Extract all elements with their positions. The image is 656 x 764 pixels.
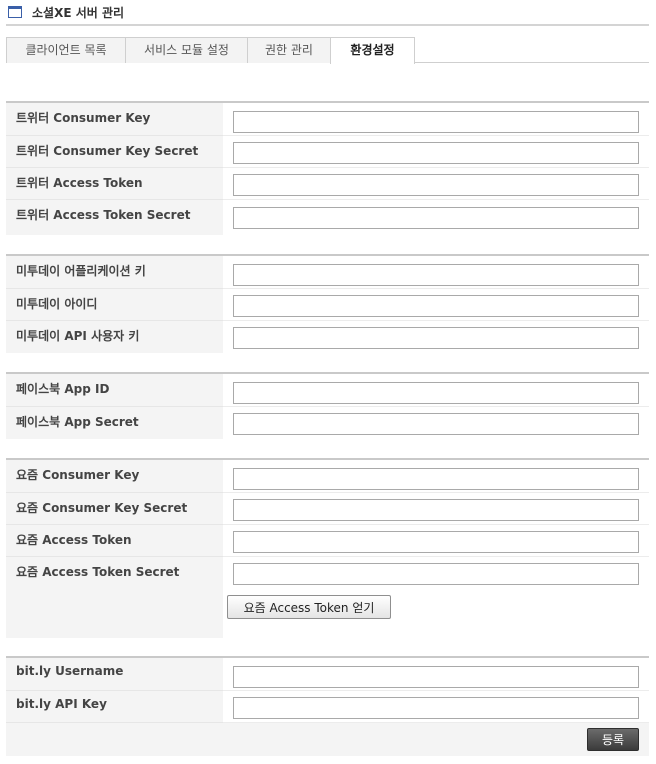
twitter-access-token-input[interactable]: [233, 174, 639, 196]
page-title: 소셜XE 서버 관리: [32, 6, 125, 20]
me2day-section: 미투데이 어플리케이션 키 미투데이 아이디 미투데이 API 사용자 키: [6, 254, 649, 353]
twitter-consumer-key-secret-input[interactable]: [233, 142, 639, 164]
twitter-access-token-secret-label: 트위터 Access Token Secret: [6, 200, 223, 235]
me2day-app-key-input[interactable]: [233, 264, 639, 286]
bitly-username-label: bit.ly Username: [6, 658, 223, 691]
twitter-access-token-secret-input[interactable]: [233, 207, 639, 229]
yozm-access-token-secret-label: 요즘 Access Token Secret: [6, 557, 223, 638]
page-header: 소셜XE 서버 관리: [6, 4, 649, 26]
bitly-api-key-input[interactable]: [233, 697, 639, 719]
form-row: bit.ly API Key: [6, 691, 649, 723]
form-row: 트위터 Access Token Secret: [6, 200, 649, 235]
window-icon: [8, 6, 22, 18]
facebook-app-secret-input[interactable]: [233, 413, 639, 435]
form-row: 요즘 Access Token: [6, 525, 649, 557]
form-row: 트위터 Consumer Key Secret: [6, 136, 649, 168]
form-row: 미투데이 API 사용자 키: [6, 321, 649, 353]
form-row: 페이스북 App ID: [6, 374, 649, 407]
twitter-consumer-key-input[interactable]: [233, 111, 639, 133]
facebook-app-secret-label: 페이스북 App Secret: [6, 407, 223, 439]
form-row: bit.ly Username: [6, 658, 649, 691]
me2day-app-key-label: 미투데이 어플리케이션 키: [6, 256, 223, 289]
tab-settings[interactable]: 환경설정: [330, 37, 415, 64]
bitly-api-key-label: bit.ly API Key: [6, 691, 223, 723]
yozm-access-token-input[interactable]: [233, 531, 639, 553]
tab-service-module[interactable]: 서비스 모듈 설정: [125, 37, 248, 63]
yozm-access-token-secret-input[interactable]: [233, 563, 639, 585]
bitly-section: bit.ly Username bit.ly API Key: [6, 656, 649, 756]
yozm-consumer-key-label: 요즘 Consumer Key: [6, 460, 223, 493]
twitter-consumer-key-secret-label: 트위터 Consumer Key Secret: [6, 136, 223, 168]
tab-client-list[interactable]: 클라이언트 목록: [6, 37, 126, 63]
form-row: 트위터 Access Token: [6, 168, 649, 200]
yozm-consumer-key-secret-input[interactable]: [233, 499, 639, 521]
facebook-app-id-input[interactable]: [233, 382, 639, 404]
get-yozm-access-token-button[interactable]: 요즘 Access Token 얻기: [227, 595, 391, 619]
facebook-section: 페이스북 App ID 페이스북 App Secret: [6, 372, 649, 439]
form-row: 미투데이 아이디: [6, 289, 649, 321]
form-row: 요즘 Consumer Key: [6, 460, 649, 493]
twitter-access-token-label: 트위터 Access Token: [6, 168, 223, 200]
form-row: 요즘 Consumer Key Secret: [6, 493, 649, 525]
form-row: 미투데이 어플리케이션 키: [6, 256, 649, 289]
tab-bar: 클라이언트 목록 서비스 모듈 설정 권한 관리 환경설정: [6, 37, 649, 64]
me2day-id-input[interactable]: [233, 295, 639, 317]
me2day-api-user-key-input[interactable]: [233, 327, 639, 349]
form-row: 트위터 Consumer Key: [6, 103, 649, 136]
yozm-consumer-key-input[interactable]: [233, 468, 639, 490]
bitly-username-input[interactable]: [233, 666, 639, 688]
me2day-id-label: 미투데이 아이디: [6, 289, 223, 321]
form-row: 페이스북 App Secret: [6, 407, 649, 439]
yozm-access-token-label: 요즘 Access Token: [6, 525, 223, 557]
submit-button[interactable]: 등록: [587, 728, 639, 751]
yozm-consumer-key-secret-label: 요즘 Consumer Key Secret: [6, 493, 223, 525]
tab-permissions[interactable]: 권한 관리: [247, 37, 331, 63]
me2day-api-user-key-label: 미투데이 API 사용자 키: [6, 321, 223, 353]
facebook-app-id-label: 페이스북 App ID: [6, 374, 223, 407]
twitter-section: 트위터 Consumer Key 트위터 Consumer Key Secret…: [6, 101, 649, 235]
twitter-consumer-key-label: 트위터 Consumer Key: [6, 103, 223, 136]
